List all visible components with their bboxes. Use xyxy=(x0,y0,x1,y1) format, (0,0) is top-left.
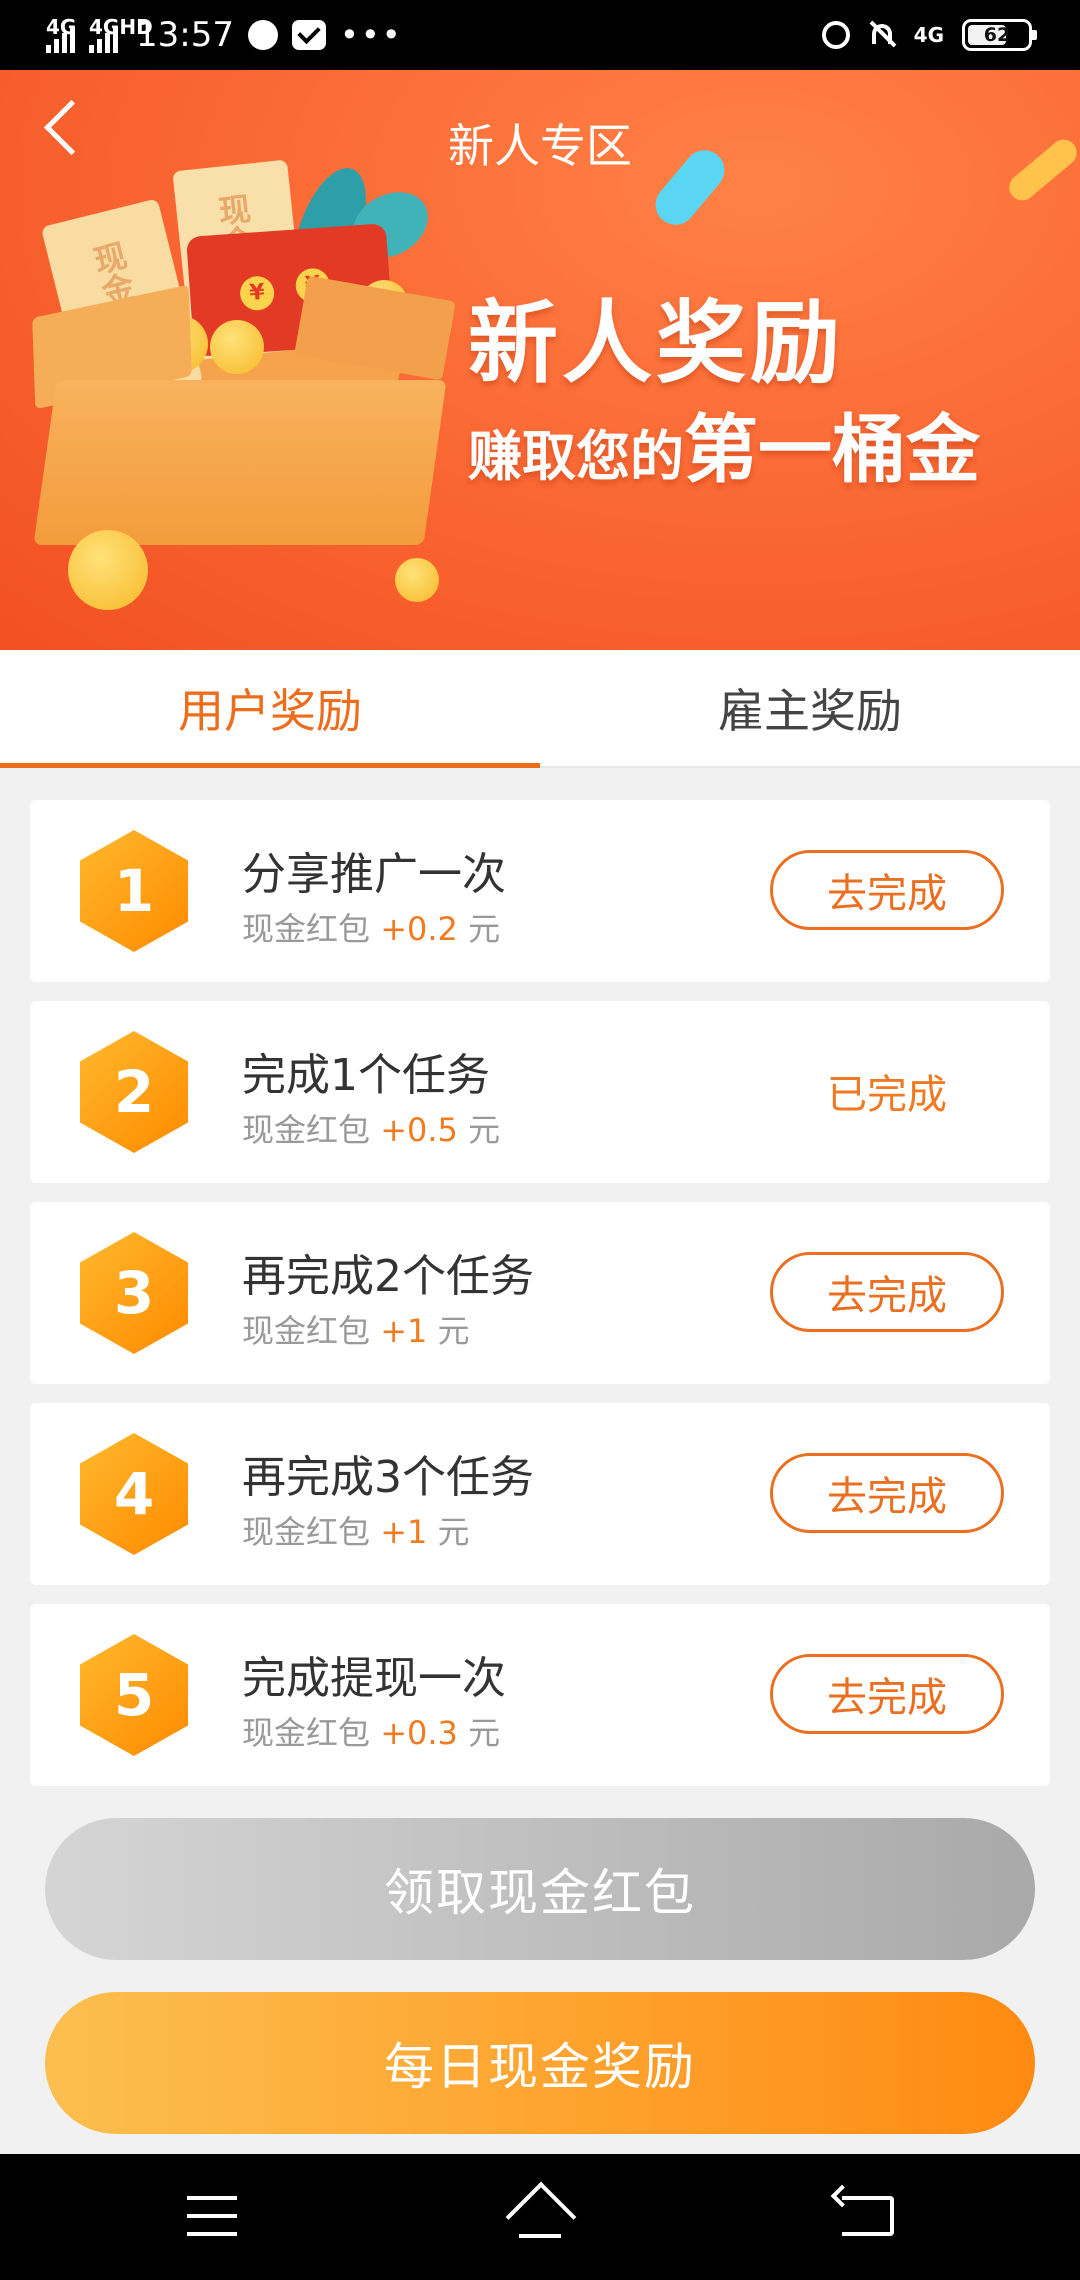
task-reward: 现金红包 +0.3 元 xyxy=(242,1708,500,1754)
system-nav-bar xyxy=(0,2154,1080,2280)
battery-icon: 62 xyxy=(962,19,1037,51)
claim-cash-red-packet-button[interactable]: 领取现金红包 xyxy=(45,1818,1035,1960)
mute-icon xyxy=(868,20,896,50)
go-complete-button[interactable]: 去完成 xyxy=(770,1654,1004,1734)
task-card: 3 再完成2个任务 现金红包 +1 元 去完成 xyxy=(30,1202,1050,1384)
task-title: 完成1个任务 xyxy=(242,1050,490,1101)
completed-status: 已完成 xyxy=(827,1072,947,1118)
reward-label: 现金红包 xyxy=(242,1312,371,1350)
reward-amount: +0.5 xyxy=(380,1111,458,1149)
go-complete-button[interactable]: 去完成 xyxy=(770,850,1004,930)
task-card: 4 再完成3个任务 现金红包 +1 元 去完成 xyxy=(30,1403,1050,1585)
step-number-badge: 4 xyxy=(80,1433,188,1555)
reward-tabs: 用户奖励 雇主奖励 xyxy=(0,650,1080,768)
page-title: 新人专区 xyxy=(448,119,632,173)
promo-banner: 现金券 现金券 ¥ ¥ 新人专区 新人奖励 赚取您的第一桶金 xyxy=(0,70,1080,650)
reward-label: 现金红包 xyxy=(242,1714,371,1752)
task-list: 1 分享推广一次 现金红包 +0.2 元 去完成 2 完成1个任务 现金红包 +… xyxy=(30,800,1050,1805)
status-bar: 4G 4GHD 13:57 ••• 4G 62 xyxy=(0,0,1080,70)
yuan-icon: ¥ xyxy=(239,275,276,312)
go-complete-button[interactable]: 去完成 xyxy=(770,1252,1004,1332)
task-reward: 现金红包 +0.5 元 xyxy=(242,1105,500,1151)
tab-user-rewards[interactable]: 用户奖励 xyxy=(0,650,540,768)
alarm-icon xyxy=(821,21,850,49)
reward-amount: +1 xyxy=(380,1312,428,1350)
reward-unit: 元 xyxy=(437,1312,470,1350)
tab-employer-rewards[interactable]: 雇主奖励 xyxy=(540,650,1080,766)
mail-icon xyxy=(291,20,326,50)
task-card: 5 完成提现一次 现金红包 +0.3 元 去完成 xyxy=(30,1604,1050,1786)
coin-icon-4 xyxy=(68,530,148,610)
task-title: 分享推广一次 xyxy=(242,849,506,900)
coin-icon-5 xyxy=(395,558,439,602)
menu-icon[interactable] xyxy=(187,2196,237,2236)
step-number-badge: 5 xyxy=(80,1634,188,1756)
banner-sub-prefix: 赚取您的 xyxy=(468,425,684,488)
back-nav-icon[interactable] xyxy=(842,2196,894,2236)
reward-amount: +0.2 xyxy=(380,910,458,948)
reward-amount: +0.3 xyxy=(380,1714,458,1752)
more-notifications-icon: ••• xyxy=(339,16,403,54)
step-number-badge: 2 xyxy=(80,1031,188,1153)
step-number-badge: 1 xyxy=(80,830,188,952)
task-title: 再完成3个任务 xyxy=(242,1452,534,1503)
step-number-badge: 3 xyxy=(80,1232,188,1354)
task-reward: 现金红包 +0.2 元 xyxy=(242,904,500,950)
reward-unit: 元 xyxy=(468,910,501,948)
network-type-1: 4G xyxy=(46,15,77,39)
task-card: 1 分享推广一次 现金红包 +0.2 元 去完成 xyxy=(30,800,1050,982)
task-reward: 现金红包 +1 元 xyxy=(242,1507,470,1553)
banner-subline: 赚取您的第一桶金 xyxy=(468,390,980,497)
reward-amount: +1 xyxy=(380,1513,428,1551)
task-title: 再完成2个任务 xyxy=(242,1251,534,1302)
banner-sub-highlight: 第一桶金 xyxy=(684,407,980,493)
network-type-right: 4G xyxy=(913,23,944,47)
reward-unit: 元 xyxy=(437,1513,470,1551)
home-icon[interactable] xyxy=(505,2184,575,2244)
gift-box-icon xyxy=(33,380,447,545)
go-complete-button[interactable]: 去完成 xyxy=(770,1453,1004,1533)
reward-unit: 元 xyxy=(468,1111,501,1149)
reward-unit: 元 xyxy=(468,1714,501,1752)
banner-headline: 新人奖励 xyxy=(468,291,844,396)
reward-label: 现金红包 xyxy=(242,1513,371,1551)
reward-label: 现金红包 xyxy=(242,1111,371,1149)
task-title: 完成提现一次 xyxy=(242,1653,506,1704)
coin-icon-2 xyxy=(210,320,264,374)
task-card: 2 完成1个任务 现金红包 +0.5 元 已完成 xyxy=(30,1001,1050,1183)
daily-cash-reward-button[interactable]: 每日现金奖励 xyxy=(45,1992,1035,2134)
signal-icon: 4G xyxy=(46,15,77,53)
app-notification-icon xyxy=(247,20,278,50)
battery-level: 62 xyxy=(983,24,1011,46)
signal-icon-2: 4GHD xyxy=(89,15,153,53)
task-reward: 现金红包 +1 元 xyxy=(242,1306,470,1352)
network-type-2: 4GHD xyxy=(89,15,153,39)
reward-label: 现金红包 xyxy=(242,910,371,948)
